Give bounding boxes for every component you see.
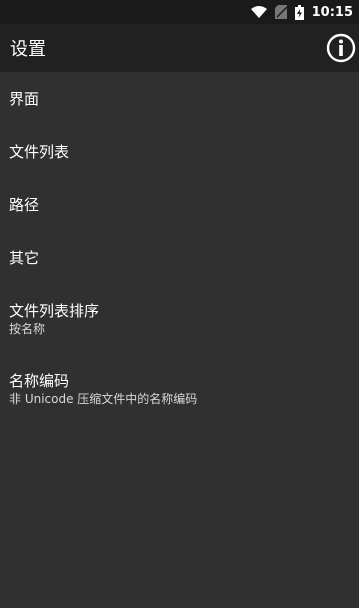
- settings-item-title: 路径: [9, 196, 40, 214]
- settings-item-title: 文件列表排序: [9, 302, 100, 320]
- settings-item-title: 名称编码: [9, 372, 70, 390]
- settings-item-summary: 非 Unicode 压缩文件中的名称编码: [9, 392, 198, 406]
- settings-item-paths[interactable]: 路径: [0, 195, 359, 215]
- settings-item-title: 界面: [9, 90, 40, 108]
- settings-item-title: 文件列表: [9, 143, 70, 161]
- wifi-icon: [250, 6, 267, 18]
- sim-icon: [274, 5, 287, 19]
- status-icons: 10:15: [250, 0, 353, 24]
- settings-item-other[interactable]: 其它: [0, 248, 359, 268]
- settings-item-summary: 按名称: [9, 322, 46, 336]
- status-bar: 10:15: [0, 0, 359, 24]
- settings-item-file-list-sort[interactable]: 文件列表排序 按名称: [0, 301, 359, 337]
- settings-item-interface[interactable]: 界面: [0, 89, 359, 109]
- battery-icon: [294, 4, 304, 20]
- page-title: 设置: [10, 39, 46, 60]
- info-icon[interactable]: [326, 33, 356, 63]
- settings-item-file-list[interactable]: 文件列表: [0, 142, 359, 162]
- status-time: 10:15: [311, 4, 353, 20]
- app-bar: 设置: [0, 24, 359, 72]
- settings-item-name-encoding[interactable]: 名称编码 非 Unicode 压缩文件中的名称编码: [0, 371, 359, 407]
- settings-item-title: 其它: [9, 249, 40, 267]
